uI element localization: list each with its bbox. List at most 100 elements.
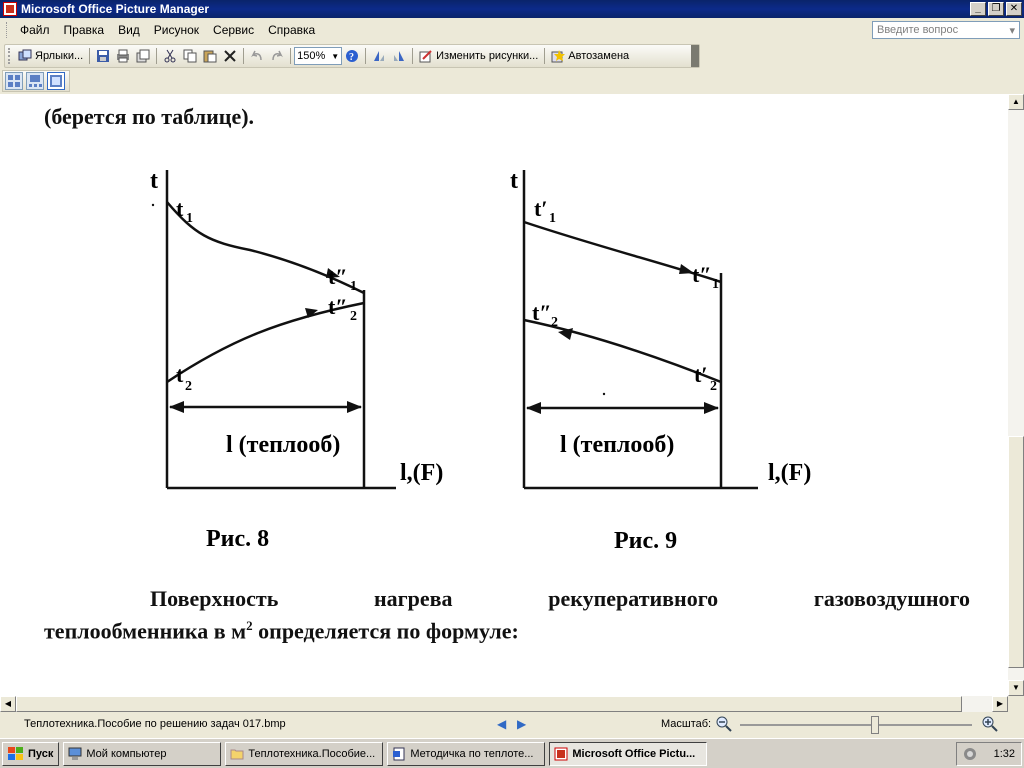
zoom-label: Масштаб: xyxy=(661,718,712,730)
save-icon xyxy=(96,49,110,63)
picture-canvas[interactable]: (берется по таблице). t t 1 t″ 1 t″ 2 t … xyxy=(0,94,1008,696)
copy-button[interactable] xyxy=(180,46,200,66)
restore-button[interactable]: ❐ xyxy=(988,2,1004,16)
start-label: Пуск xyxy=(28,747,54,760)
previous-picture-icon[interactable]: ◀ xyxy=(497,717,506,731)
windows-logo-icon xyxy=(8,746,23,760)
undo-button[interactable] xyxy=(247,46,267,66)
toolbar-options-button[interactable] xyxy=(691,45,699,67)
menu-view[interactable]: Вид xyxy=(111,21,147,39)
ask-question-box[interactable]: Введите вопрос ▾ xyxy=(872,21,1020,39)
task-label: Методичка по теплоте... xyxy=(410,747,534,760)
autofix-button[interactable]: Автозамена xyxy=(548,46,632,66)
task-picture-manager[interactable]: Microsoft Office Pictu... xyxy=(549,741,708,766)
shortcuts-button[interactable]: Ярлыки... xyxy=(15,46,86,66)
menu-edit[interactable]: Правка xyxy=(57,21,112,39)
fig9-label-t1pp: t″ xyxy=(692,262,711,287)
fig8-dim-arrow-right xyxy=(347,401,362,413)
multi-picture-icon xyxy=(136,49,150,63)
paste-button[interactable] xyxy=(200,46,220,66)
horizontal-scroll-thumb[interactable] xyxy=(16,696,962,712)
para-line2-b: определяется по формуле: xyxy=(252,618,519,644)
filmstrip-icon xyxy=(29,75,42,87)
start-button[interactable]: Пуск xyxy=(2,741,60,766)
toolbar-separator xyxy=(243,48,245,64)
para-line2-a: теплообменника в м xyxy=(44,618,247,644)
fig8-sub-t1: 1 xyxy=(186,211,193,226)
minimize-button[interactable]: _ xyxy=(970,2,986,16)
tray-app-icon[interactable] xyxy=(963,747,977,761)
print-button[interactable] xyxy=(113,46,133,66)
picture-manager-icon xyxy=(554,747,568,760)
menu-tools[interactable]: Сервис xyxy=(206,21,261,39)
vertical-scroll-thumb[interactable] xyxy=(1008,436,1024,668)
rotate-right-button[interactable] xyxy=(389,46,409,66)
zoom-slider-thumb[interactable] xyxy=(870,716,879,734)
redo-button[interactable] xyxy=(267,46,287,66)
zoom-in-icon[interactable] xyxy=(982,716,998,732)
fig8-sub-t2: 2 xyxy=(185,379,192,394)
fig8-label-t1: t xyxy=(176,196,184,221)
rotate-right-icon xyxy=(392,49,406,63)
thumbnail-view-button[interactable] xyxy=(5,72,23,90)
fig8-sub-t2pp: 2 xyxy=(350,309,357,324)
fig8-label-t2pp: t″ xyxy=(328,294,347,319)
fig8-label-t1pp: t″ xyxy=(328,264,347,289)
undo-icon xyxy=(250,49,264,63)
save-button[interactable] xyxy=(93,46,113,66)
chevron-down-icon: ▾ xyxy=(1009,25,1015,37)
taskbar: Пуск Мой компьютер Теплотехника.Пособие.… xyxy=(0,738,1024,768)
menu-bar: Файл Правка Вид Рисунок Сервис Справка В… xyxy=(0,18,1024,42)
fig9-label-t2p: t′ xyxy=(694,362,708,387)
horizontal-scrollbar[interactable]: ◀ ▶ xyxy=(0,696,1008,712)
single-picture-view-button[interactable] xyxy=(47,72,65,90)
help-button[interactable]: ? xyxy=(342,46,362,66)
task-word-document[interactable]: Методичка по теплоте... xyxy=(387,741,546,766)
title-bar: Microsoft Office Picture Manager _ ❐ ✕ xyxy=(0,0,1024,18)
delete-button[interactable] xyxy=(220,46,240,66)
scrollbar-corner xyxy=(1008,696,1024,712)
help-icon: ? xyxy=(345,49,359,63)
autofix-icon xyxy=(551,49,566,63)
word-document-icon xyxy=(393,747,405,760)
task-folder[interactable]: Теплотехника.Пособие... xyxy=(225,741,384,766)
vertical-scrollbar[interactable]: ▲ ▼ xyxy=(1008,94,1024,696)
menubar-grip[interactable] xyxy=(6,22,9,38)
task-my-computer[interactable]: Мой компьютер xyxy=(63,741,222,766)
toolbar-separator xyxy=(156,48,158,64)
scroll-up-button[interactable]: ▲ xyxy=(1008,94,1024,110)
menu-file[interactable]: Файл xyxy=(13,21,57,39)
close-button[interactable]: ✕ xyxy=(1006,2,1022,16)
toolbar-separator xyxy=(412,48,414,64)
zoom-out-icon[interactable] xyxy=(716,716,732,732)
zoom-slider-track[interactable] xyxy=(740,724,972,726)
zoom-select[interactable]: 150% ▼ xyxy=(294,47,343,65)
edit-pictures-button[interactable]: Изменить рисунки... xyxy=(416,46,541,66)
task-label: Мой компьютер xyxy=(86,747,167,760)
status-filename: Теплотехника.Пособие по решению задач 01… xyxy=(24,718,286,730)
chevron-down-icon: ▼ xyxy=(331,51,340,61)
figure-8: t t 1 t″ 1 t″ 2 t 2 l (теплооб) l,(F) Ри… xyxy=(150,168,443,552)
cut-button[interactable] xyxy=(160,46,180,66)
scroll-down-button[interactable]: ▼ xyxy=(1008,680,1024,696)
fig8-dim-label: l (теплооб) xyxy=(226,432,340,458)
menu-picture[interactable]: Рисунок xyxy=(147,21,206,39)
fig9-sub-t2p: 2 xyxy=(710,379,717,394)
printer-icon xyxy=(116,49,130,63)
computer-icon xyxy=(68,747,82,760)
paste-icon xyxy=(203,49,217,63)
toolbar-grip[interactable] xyxy=(8,48,12,64)
system-tray: 1:32 xyxy=(956,741,1022,766)
scroll-right-button[interactable]: ▶ xyxy=(992,696,1008,712)
fig9-caption: Рис. 9 xyxy=(614,528,677,554)
next-picture-icon[interactable]: ▶ xyxy=(517,717,526,731)
filmstrip-view-button[interactable] xyxy=(26,72,44,90)
task-label: Теплотехника.Пособие... xyxy=(248,747,376,760)
fig9-speck xyxy=(602,392,606,396)
figure-9: t t′ 1 t″ 1 t″ 2 t′ 2 l (теплооб) l,(F) … xyxy=(510,168,811,554)
rotate-left-button[interactable] xyxy=(369,46,389,66)
menu-help[interactable]: Справка xyxy=(261,21,322,39)
paragraph-line-2: теплообменника в м2 определяется по форм… xyxy=(44,618,519,644)
scroll-left-button[interactable]: ◀ xyxy=(0,696,16,712)
send-button[interactable] xyxy=(133,46,153,66)
